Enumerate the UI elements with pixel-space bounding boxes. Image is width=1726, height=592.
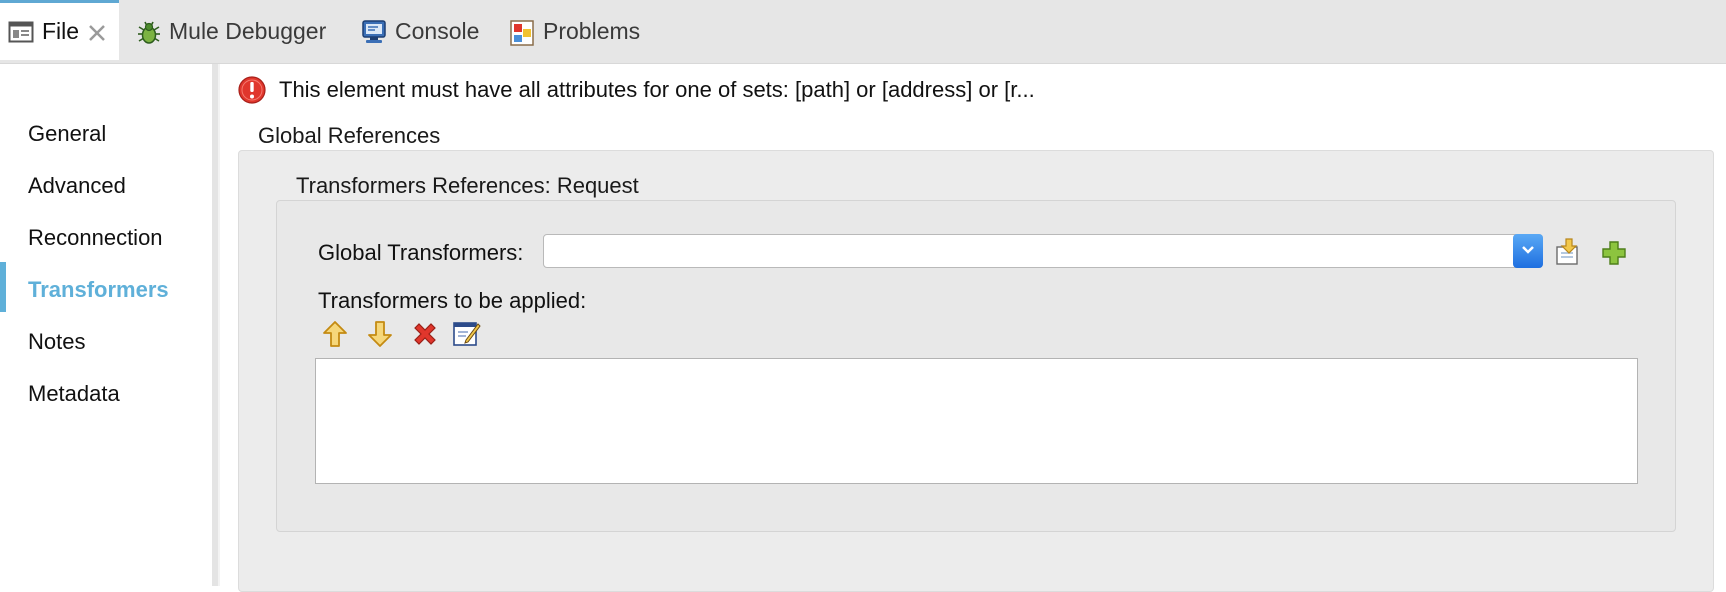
tab-file[interactable]: File xyxy=(0,0,119,60)
console-icon xyxy=(361,19,387,45)
transformers-list[interactable] xyxy=(315,358,1638,484)
arrow-down-icon xyxy=(367,320,393,353)
tab-label: File xyxy=(42,18,80,44)
global-references-title: Global References xyxy=(258,123,441,148)
transformers-to-apply-label: Transformers to be applied: xyxy=(318,288,587,313)
move-down-button[interactable] xyxy=(365,320,395,353)
error-icon xyxy=(238,76,266,104)
tab-label: Problems xyxy=(543,18,641,44)
tab-mule-debugger[interactable]: Mule Debugger xyxy=(135,0,326,63)
plus-icon xyxy=(1600,239,1628,272)
edit-icon xyxy=(452,318,482,353)
import-reference-icon xyxy=(1554,237,1584,272)
request-transformers-title: Transformers References: Request xyxy=(296,173,639,198)
add-transformer-button[interactable] xyxy=(1599,240,1629,270)
active-item-indicator xyxy=(0,262,6,312)
sidebar-splitter-highlight xyxy=(218,64,220,586)
tab-problems[interactable]: Problems xyxy=(509,0,640,63)
move-up-button[interactable] xyxy=(320,320,350,353)
edit-transformer-button[interactable] xyxy=(452,320,482,350)
properties-sidebar: General Advanced Reconnection Transforme… xyxy=(0,64,212,586)
editor-tab-bar: File Mule Debugger Console Problems xyxy=(0,0,1726,64)
delete-icon xyxy=(411,320,439,353)
global-transformers-label: Global Transformers: xyxy=(318,240,524,265)
bug-icon xyxy=(135,19,161,45)
chevron-down-icon xyxy=(1521,242,1535,260)
sidebar-item-metadata[interactable]: Metadata xyxy=(28,381,120,407)
global-transformers-select[interactable] xyxy=(543,234,1543,268)
sidebar-item-advanced[interactable]: Advanced xyxy=(28,173,126,199)
tab-label: Console xyxy=(395,18,480,44)
sidebar-item-reconnection[interactable]: Reconnection xyxy=(28,225,163,251)
arrow-up-icon xyxy=(322,320,348,353)
add-reference-button[interactable] xyxy=(1554,237,1584,272)
tab-label: Mule Debugger xyxy=(169,18,327,44)
sidebar-item-notes[interactable]: Notes xyxy=(28,329,85,355)
problems-icon xyxy=(509,19,535,46)
sidebar-item-general[interactable]: General xyxy=(28,121,106,147)
error-message: This element must have all attributes fo… xyxy=(279,77,1035,102)
remove-transformer-button[interactable] xyxy=(410,321,440,351)
file-icon xyxy=(8,19,34,45)
validation-error: This element must have all attributes fo… xyxy=(238,76,1035,104)
sidebar-item-transformers[interactable]: Transformers xyxy=(28,277,169,303)
dropdown-button[interactable] xyxy=(1513,234,1543,268)
tab-console[interactable]: Console xyxy=(361,0,479,63)
close-icon[interactable] xyxy=(87,22,107,42)
